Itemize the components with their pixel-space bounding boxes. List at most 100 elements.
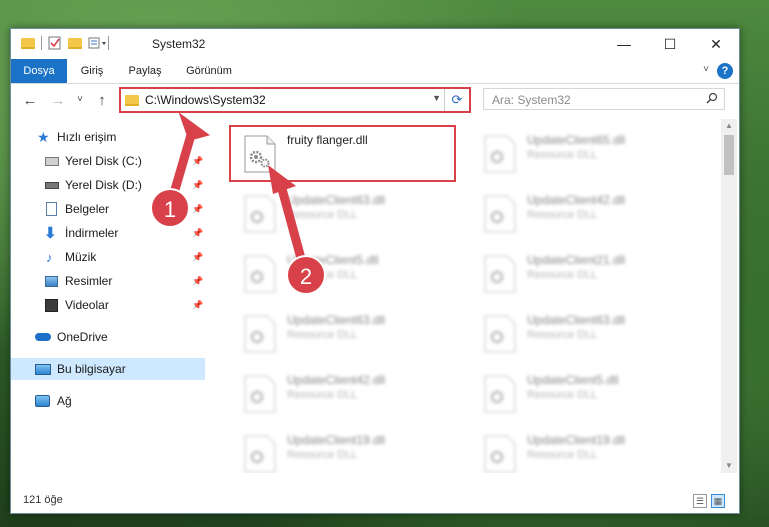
search-icon[interactable] [706,92,718,107]
file-item[interactable]: UpdateClient19.dll Resource DLL [233,427,458,473]
item-count: 121 öğe [23,494,63,506]
sidebar-item-label: Belgeler [65,202,110,216]
pin-icon[interactable]: 📌 [192,228,203,239]
scroll-thumb[interactable] [724,135,734,175]
help-icon[interactable]: ? [717,63,733,79]
network-icon [35,395,50,407]
explorer-window: System32 — ☐ ✕ Dosya Giriş Paylaş Görünü… [10,28,740,514]
properties-icon[interactable] [48,36,62,50]
pictures-icon [45,275,58,287]
dll-file-icon [483,135,517,173]
sidebar-item-videos[interactable]: Videolar 📌 [11,294,205,316]
pin-icon[interactable]: 📌 [192,300,203,311]
sidebar-item-label: Resimler [65,274,113,288]
scroll-down-icon[interactable]: ▼ [721,459,737,473]
dll-file-icon [483,255,517,293]
file-name[interactable]: UpdateClient65.dll [527,133,625,147]
video-icon [45,298,58,312]
dll-file-icon [483,195,517,233]
dll-file-icon [483,375,517,413]
file-type: Resource DLL [527,449,598,461]
forward-button[interactable]: → [49,92,67,109]
window-title: System32 [152,37,206,51]
file-name[interactable]: UpdateClient5.dll [527,373,618,387]
sidebar-item-label: Müzik [65,250,97,264]
file-item[interactable]: UpdateClient19.dll Resource DLL [473,427,698,473]
vertical-scrollbar[interactable]: ▲ ▼ [721,119,737,473]
pin-icon[interactable]: 📌 [192,276,203,287]
file-name[interactable]: UpdateClient63.dll [287,313,385,327]
file-name[interactable]: UpdateClient63.dll [287,193,385,207]
computer-icon [35,363,51,375]
customize-toolbar-icon[interactable] [88,36,106,50]
tab-view[interactable]: Görünüm [183,59,235,83]
sidebar-item-network[interactable]: Ağ [11,390,205,412]
file-item[interactable]: UpdateClient42.dll Resource DLL [473,187,698,239]
sidebar-item-onedrive[interactable]: OneDrive [11,326,205,348]
tab-home[interactable]: Giriş [77,59,107,83]
dll-file-icon [243,375,277,413]
file-type: Resource DLL [287,329,358,341]
maximize-button[interactable]: ☐ [647,29,693,59]
chevron-down-icon[interactable]: ▼ [432,93,441,103]
address-path[interactable]: C:\Windows\System32 [145,93,266,107]
pin-icon[interactable]: 📌 [192,156,203,167]
sidebar-item-pictures[interactable]: Resimler 📌 [11,270,205,292]
pin-icon[interactable]: 📌 [192,180,203,191]
folder-icon [21,37,35,49]
drive-icon [45,181,59,189]
star-icon: ★ [37,128,50,145]
refresh-icon[interactable]: ⟳ [444,89,469,111]
back-button[interactable]: ← [21,92,39,109]
step-one-badge: 1 [150,188,190,228]
chevron-down-icon[interactable]: ˅ [703,64,709,75]
separator [108,36,109,50]
close-button[interactable]: ✕ [693,29,739,59]
dll-file-icon [243,315,277,353]
recent-locations-button[interactable]: ˅ [71,94,89,105]
file-item[interactable]: UpdateClient5.dll Resource DLL [473,367,698,419]
sidebar-item-quick-access[interactable]: ★ Hızlı erişim [11,126,205,148]
sidebar-item-label: OneDrive [57,330,108,344]
pin-icon[interactable]: 📌 [192,252,203,263]
file-item[interactable]: UpdateClient63.dll Resource DLL [233,187,458,239]
new-folder-icon[interactable] [68,37,82,49]
file-name[interactable]: UpdateClient42.dll [287,373,385,387]
sidebar-item-disk-c[interactable]: Yerel Disk (C:) 📌 [11,150,205,172]
minimize-button[interactable]: — [601,29,647,59]
file-item[interactable]: UpdateClient21.dll Resource DLL [473,247,698,299]
file-item[interactable]: UpdateClient63.dll Resource DLL [473,307,698,359]
search-input[interactable]: Ara: System32 [483,88,725,110]
title-bar: System32 — ☐ ✕ [11,29,739,59]
file-name[interactable]: UpdateClient19.dll [287,433,385,447]
dll-file-icon [483,435,517,473]
scroll-up-icon[interactable]: ▲ [721,119,737,133]
ribbon-tabs: Dosya Giriş Paylaş Görünüm ˅ ? [11,59,739,84]
file-type: Resource DLL [527,329,598,341]
sidebar-item-this-pc[interactable]: Bu bilgisayar [11,358,205,380]
details-view-icon[interactable]: ☰ [693,494,707,508]
file-item[interactable]: UpdateClient42.dll Resource DLL [233,367,458,419]
file-item[interactable]: UpdateClient5.dll Resource DLL [233,247,458,299]
file-item[interactable]: UpdateClient65.dll Resource DLL [473,127,698,179]
large-icons-view-icon[interactable]: ▦ [711,494,725,508]
tab-share[interactable]: Paylaş [125,59,165,83]
pin-icon[interactable]: 📌 [192,204,203,215]
sidebar-item-label: Yerel Disk (D:) [65,178,142,192]
documents-icon [46,202,57,216]
address-bar[interactable]: C:\Windows\System32 ▼ ⟳ [119,87,471,113]
file-name[interactable]: UpdateClient21.dll [527,253,625,267]
search-placeholder[interactable]: Ara: System32 [492,93,571,107]
file-name[interactable]: UpdateClient63.dll [527,313,625,327]
sidebar-item-label: Bu bilgisayar [57,362,126,376]
dll-file-icon [243,435,277,473]
tab-file[interactable]: Dosya [11,59,67,83]
file-name[interactable]: UpdateClient42.dll [527,193,625,207]
file-item[interactable]: UpdateClient63.dll Resource DLL [233,307,458,359]
up-button[interactable]: ↑ [93,92,111,109]
sidebar-item-label: Videolar [65,298,109,312]
folder-icon [125,94,139,106]
file-name[interactable]: UpdateClient19.dll [527,433,625,447]
cloud-icon [35,333,51,341]
sidebar-item-music[interactable]: ♪ Müzik 📌 [11,246,205,268]
